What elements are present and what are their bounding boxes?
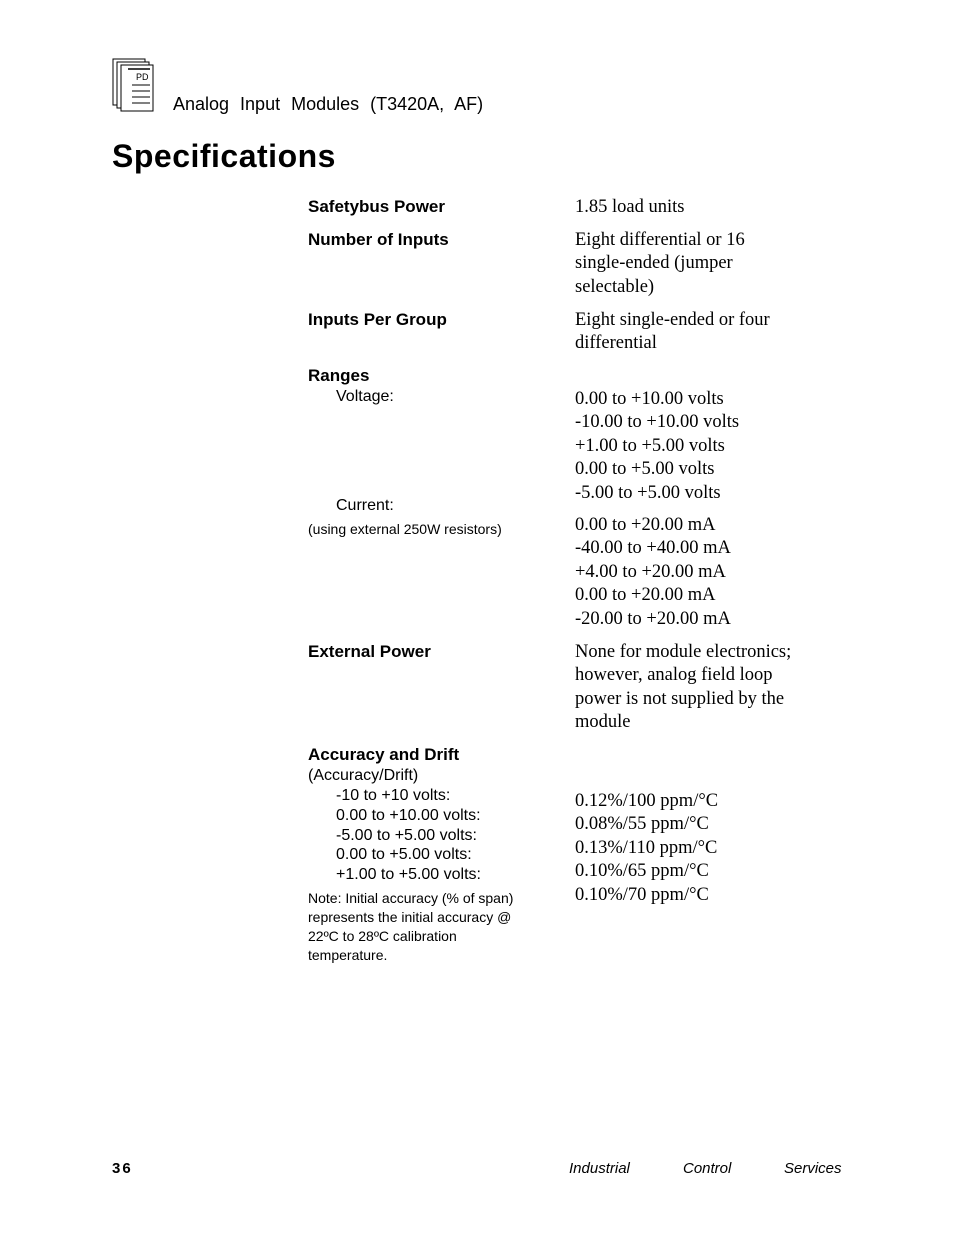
- page-title: Specifications: [112, 138, 336, 174]
- page-number: 36: [112, 1160, 133, 1177]
- footer-word: Services: [784, 1160, 842, 1177]
- value-line: None for module electronics;: [575, 642, 792, 662]
- pd-document-stack-icon: PD: [112, 58, 154, 112]
- voltage-ranges: 0.00 to +10.00 volts -10.00 to +10.00 vo…: [575, 388, 835, 505]
- svg-text:PD: PD: [136, 72, 149, 82]
- accuracy-value: 0.13%/110 ppm/°C: [575, 837, 718, 858]
- accuracy-value: 0.08%/55 ppm/°C: [575, 814, 709, 835]
- safetybus-power-value: 1.85 load units: [575, 197, 685, 217]
- accuracy-range: 0.00 to +10.00 volts:: [336, 806, 481, 824]
- current-range: +4.00 to +20.00 mA: [575, 561, 726, 582]
- external-power-label: External Power: [308, 642, 431, 661]
- accuracy-values: 0.12%/100 ppm/°C 0.08%/55 ppm/°C 0.13%/1…: [575, 790, 835, 907]
- accuracy-ranges: -10 to +10 volts: 0.00 to +10.00 volts: …: [336, 786, 481, 885]
- accuracy-range: +1.00 to +5.00 volts:: [336, 866, 481, 884]
- accuracy-value: 0.12%/100 ppm/°C: [575, 791, 719, 811]
- value-line: however, analog field loop: [575, 665, 773, 686]
- voltage-range: 0.00 to +10.00 volts: [575, 389, 724, 409]
- accuracy-note: Note: Initial accuracy (% of span) repre…: [308, 889, 513, 965]
- value-line: Eight differential or 16: [575, 230, 745, 250]
- accuracy-range: -5.00 to +5.00 volts:: [336, 826, 477, 844]
- note-line: 22ºC to 28ºC calibration: [308, 928, 457, 944]
- current-note: (using external 250W resistors): [308, 521, 502, 537]
- value-line: differential: [575, 333, 657, 354]
- external-power-value: None for module electronics; however, an…: [575, 641, 825, 735]
- number-of-inputs-label: Number of Inputs: [308, 230, 449, 249]
- accuracy-drift-label: Accuracy and Drift: [308, 745, 460, 764]
- accuracy-range: -10 to +10 volts:: [336, 787, 451, 804]
- current-range: -40.00 to +40.00 mA: [575, 538, 731, 559]
- current-range: 0.00 to +20.00 mA: [575, 515, 716, 535]
- ranges-label: Ranges: [308, 366, 370, 385]
- current-range: -20.00 to +20.00 mA: [575, 608, 731, 629]
- value-line: selectable): [575, 276, 655, 297]
- value-line: Eight single-ended or four: [575, 310, 770, 330]
- footer-word: Industrial: [569, 1160, 630, 1177]
- current-ranges: 0.00 to +20.00 mA -40.00 to +40.00 mA +4…: [575, 514, 835, 631]
- number-of-inputs-value: Eight differential or 16 single-ended (j…: [575, 229, 835, 299]
- accuracy-drift-sublabel: (Accuracy/Drift): [308, 767, 419, 784]
- document-subtitle: Analog Input Modules (T3420A, AF): [173, 94, 484, 114]
- accuracy-value: 0.10%/70 ppm/°C: [575, 884, 709, 905]
- inputs-per-group-label: Inputs Per Group: [308, 310, 447, 329]
- accuracy-value: 0.10%/65 ppm/°C: [575, 861, 709, 882]
- value-line: power is not supplied by the: [575, 688, 785, 709]
- accuracy-range: 0.00 to +5.00 volts:: [336, 846, 472, 864]
- value-line: module: [575, 712, 631, 733]
- current-label: Current:: [336, 497, 394, 514]
- voltage-label: Voltage:: [336, 388, 394, 405]
- note-line: Note: Initial accuracy (% of span): [308, 890, 514, 906]
- footer-word: Control: [683, 1160, 732, 1177]
- note-line: temperature.: [308, 947, 388, 963]
- voltage-range: 0.00 to +5.00 volts: [575, 459, 715, 480]
- voltage-range: +1.00 to +5.00 volts: [575, 435, 725, 456]
- value-line: single-ended (jumper: [575, 253, 733, 274]
- current-range: 0.00 to +20.00 mA: [575, 585, 716, 606]
- voltage-range: -10.00 to +10.00 volts: [575, 412, 740, 433]
- voltage-range: -5.00 to +5.00 volts: [575, 482, 721, 503]
- note-line: represents the initial accuracy @: [308, 909, 512, 925]
- inputs-per-group-value: Eight single-ended or four differential: [575, 309, 835, 356]
- safetybus-power-label: Safetybus Power: [308, 197, 445, 216]
